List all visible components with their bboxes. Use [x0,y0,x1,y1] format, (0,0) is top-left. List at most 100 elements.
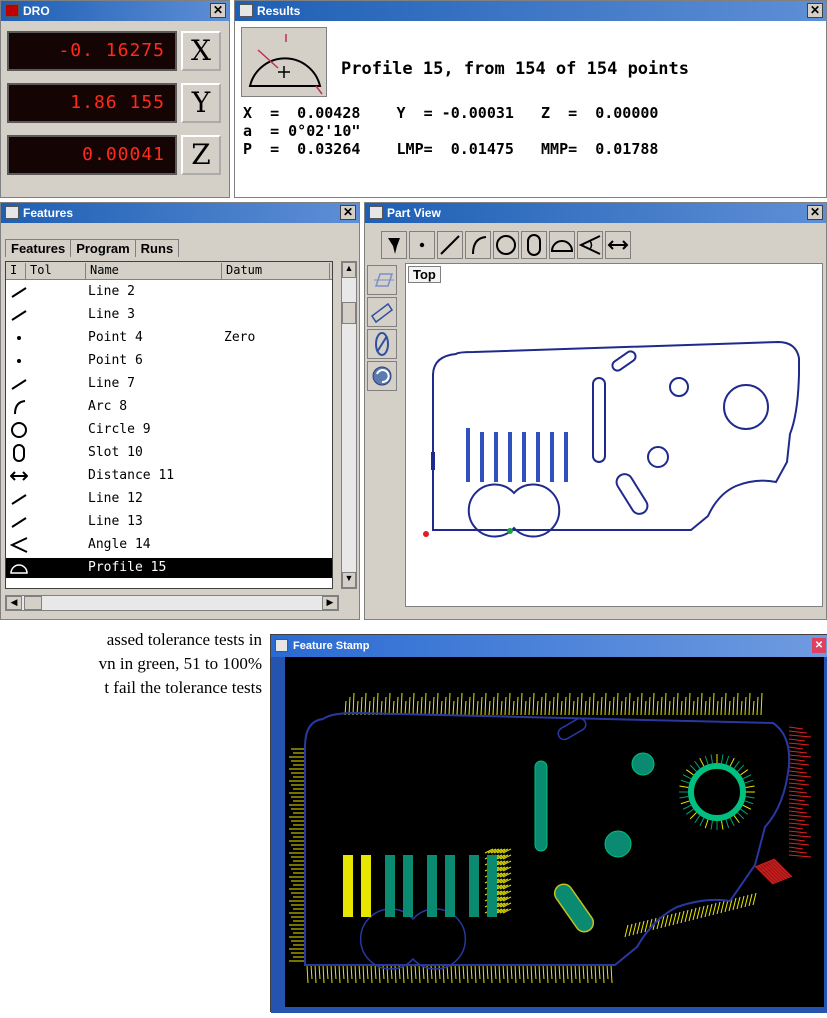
stamp-small-slot [557,717,587,741]
feature-row[interactable]: Circle 9 [6,420,332,440]
dro-row-z: 0.00041 Z [7,135,223,179]
dro-y-button[interactable]: Y [181,83,221,123]
tab-program[interactable]: Program [70,239,136,257]
distance-icon [607,240,629,250]
feature-stamp-titlebar[interactable]: Feature Stamp ✕ [271,635,827,657]
profile-tool-button[interactable] [549,231,575,259]
col-tol[interactable]: Tol [28,263,86,279]
part-view-app-icon [369,206,383,219]
hscroll-thumb[interactable] [24,596,42,610]
slot-tool-button[interactable] [521,231,547,259]
feature-row[interactable]: Line 13 [6,512,332,532]
feature-row[interactable]: Angle 14 [6,535,332,555]
feature-name: Line 2 [88,284,135,299]
feature-name: Angle 14 [88,537,151,552]
feature-row[interactable]: Line 3 [6,305,332,325]
probe-tool-button[interactable] [381,231,407,259]
profile-glyph [241,27,327,97]
part-view-canvas[interactable]: Top [405,263,823,607]
results-profile-line: Profile 15, from 154 of 154 points [341,59,689,79]
point-tool-button[interactable] [409,231,435,259]
col-name[interactable]: Name [88,263,222,279]
distance-tool-button[interactable] [605,231,631,259]
dro-z-button[interactable]: Z [181,135,221,175]
feature-row[interactable]: Line 7 [6,374,332,394]
measured-point [507,528,513,534]
hole-small [669,377,689,397]
line-icon [10,512,28,532]
line-icon [10,489,28,509]
circle-tool-button[interactable] [493,231,519,259]
stamp-slots-array [343,855,497,917]
part-view-title: Part View [387,206,441,220]
dro-x-readout: -0. 16275 [7,31,177,71]
double-circle-feature [467,483,561,538]
features-hscrollbar[interactable]: ◀ ▶ [5,595,339,611]
stamp-hole-large [688,763,746,821]
rotate-tool-button[interactable] [367,361,397,391]
stamp-deviation-hairs [289,692,812,984]
caption-line-3: t fail the tolerance tests [104,678,262,697]
part-view-titlebar[interactable]: Part View ✕ [365,203,826,223]
angle-tool-button[interactable] [577,231,603,259]
cylinder-icon [375,332,389,356]
feature-row[interactable]: Profile 15 [6,558,332,578]
feature-name: Profile 15 [88,560,167,575]
line-tool-button[interactable] [437,231,463,259]
rectangle-tool-button[interactable] [367,297,397,327]
rotate-icon [372,366,392,386]
scroll-left-arrow[interactable]: ◀ [6,596,22,610]
feature-stamp-canvas[interactable] [285,657,824,1005]
feature-row[interactable]: Arc 8 [6,397,332,417]
features-close-button[interactable]: ✕ [340,205,356,220]
dro-app-icon [5,4,19,17]
scroll-up-arrow[interactable]: ▲ [342,262,356,278]
rectangle-icon [370,302,394,324]
tab-runs[interactable]: Runs [134,239,180,257]
dro-x-button[interactable]: X [181,31,221,71]
feature-row[interactable]: Line 2 [6,282,332,302]
col-datum[interactable]: Datum [224,263,330,279]
features-list-header: I Tol Name Datum [6,262,332,280]
slot-icon [10,443,28,463]
arc-icon [10,397,28,417]
scroll-down-arrow[interactable]: ▼ [342,572,356,588]
features-vscrollbar[interactable]: ▲ ▼ [341,261,357,589]
features-titlebar[interactable]: Features ✕ [1,203,359,223]
feature-stamp-close-button[interactable]: ✕ [812,638,826,653]
col-i[interactable]: I [8,263,26,279]
profile-icon [550,240,574,252]
view-top-button[interactable]: Top [408,266,441,283]
slots-array [466,428,568,482]
part-view-close-button[interactable]: ✕ [807,205,823,220]
angle-icon [578,235,601,255]
scroll-right-arrow[interactable]: ▶ [322,596,338,610]
stamp-hole-medium [604,830,632,858]
results-line-angle: a = 0°02'10" [243,122,361,140]
feature-row[interactable]: Point 4 Zero [6,328,332,348]
feature-row[interactable]: Distance 11 [6,466,332,486]
dro-titlebar[interactable]: DRO ✕ [1,1,229,21]
results-close-button[interactable]: ✕ [807,3,823,18]
feature-row[interactable]: Point 6 [6,351,332,371]
dro-close-button[interactable]: ✕ [210,3,226,18]
feature-stamp-app-icon [275,639,288,652]
feature-row[interactable]: Slot 10 [6,443,332,463]
part-view-hscrollbar[interactable] [405,609,823,617]
feature-row[interactable]: Line 12 [6,489,332,509]
angled-slot-feature [615,473,649,515]
stamp-slot [534,760,548,852]
line-icon [10,282,28,302]
arc-tool-button[interactable] [465,231,491,259]
results-titlebar[interactable]: Results ✕ [235,1,826,21]
slot-feature [592,377,606,463]
plane-tool-button[interactable] [367,265,397,295]
angle-icon [9,535,28,555]
cylinder-tool-button[interactable] [367,329,397,359]
circle-icon [10,420,28,440]
arc-icon [472,236,487,255]
hole-medium [647,446,669,468]
tab-features[interactable]: Features [5,239,72,257]
scroll-thumb[interactable] [342,302,356,324]
distance-icon [9,466,29,486]
